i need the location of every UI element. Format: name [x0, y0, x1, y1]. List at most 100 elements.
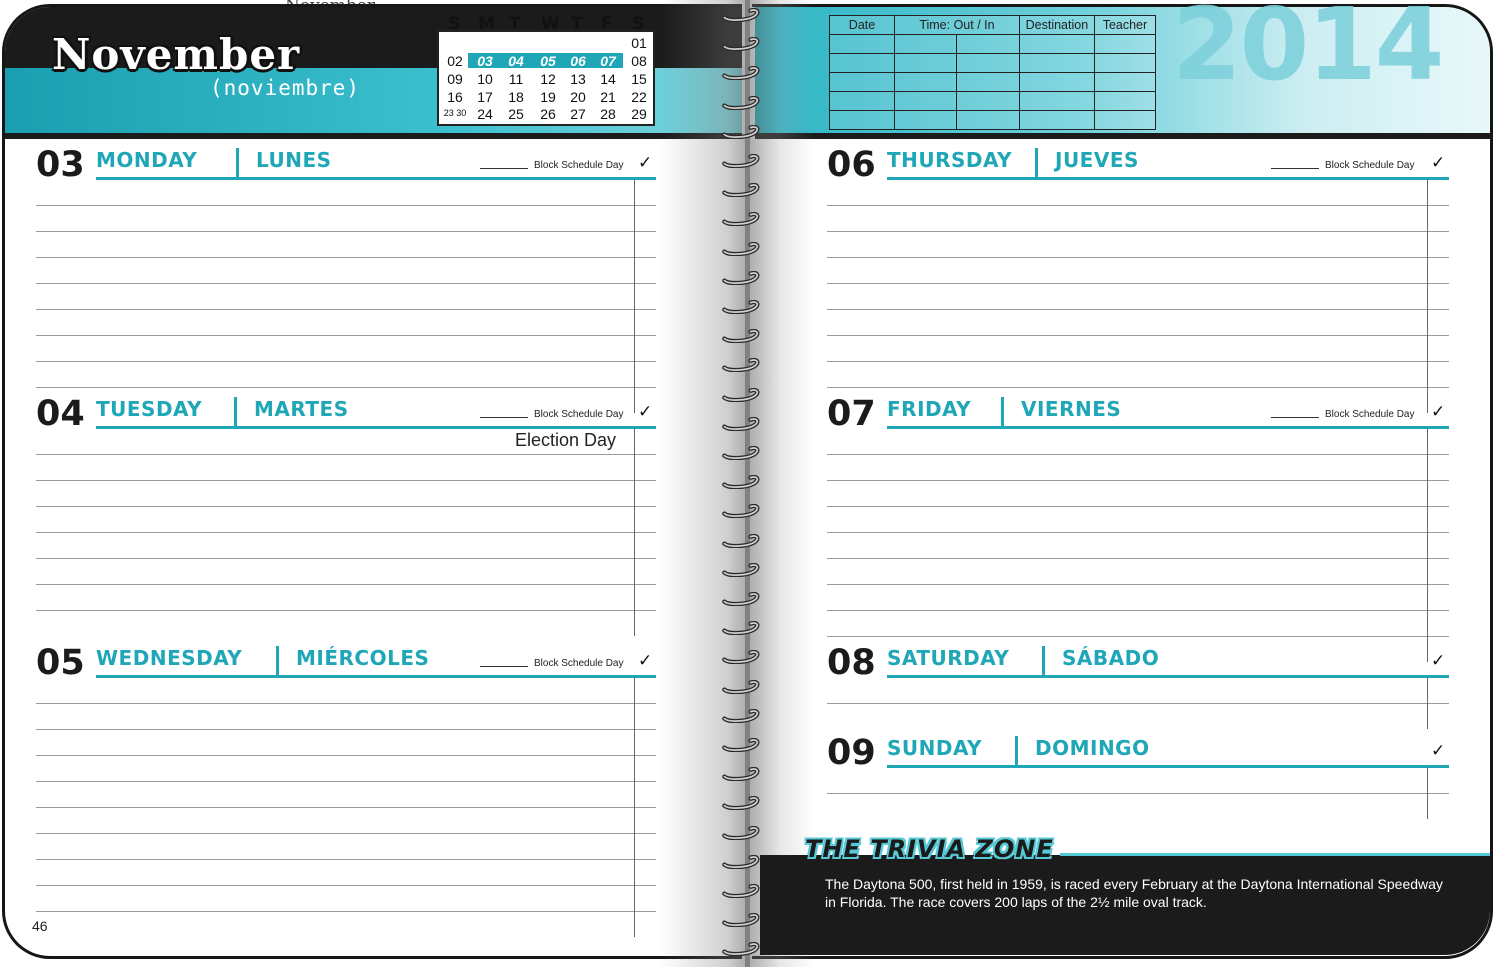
writing-line[interactable]	[827, 558, 1449, 559]
hall-pass-cell[interactable]	[829, 72, 895, 92]
writing-line[interactable]	[827, 480, 1449, 481]
writing-line[interactable]	[827, 610, 1449, 611]
writing-line[interactable]	[36, 610, 656, 611]
writing-line[interactable]	[36, 231, 656, 232]
writing-line[interactable]	[36, 387, 656, 388]
writing-line[interactable]	[36, 283, 656, 284]
writing-line[interactable]	[827, 387, 1449, 388]
mini-calendar-day[interactable]: 17	[470, 89, 500, 105]
mini-calendar-day[interactable]: 09	[440, 71, 470, 87]
writing-line[interactable]	[827, 205, 1449, 206]
mini-calendar-day[interactable]: 12	[533, 71, 563, 87]
writing-line[interactable]	[36, 703, 656, 704]
writing-line[interactable]	[827, 703, 1449, 704]
writing-line[interactable]	[36, 361, 656, 362]
mini-calendar-day[interactable]: 13	[563, 71, 593, 87]
hall-pass-cell[interactable]	[829, 91, 895, 111]
mini-calendar-day[interactable]: 14	[593, 71, 623, 87]
hall-pass-cell[interactable]	[956, 72, 1020, 92]
writing-line[interactable]	[827, 793, 1449, 794]
mini-calendar-day[interactable]: 08	[624, 53, 654, 69]
checkmark-icon[interactable]: ✓	[638, 402, 652, 422]
hall-pass-cell[interactable]	[1093, 110, 1157, 130]
mini-calendar-day[interactable]: 10	[470, 71, 500, 87]
writing-line[interactable]	[827, 283, 1449, 284]
writing-line[interactable]	[36, 454, 656, 455]
mini-calendar-day[interactable]: 26	[533, 106, 563, 122]
checkmark-icon[interactable]: ✓	[1431, 153, 1445, 173]
mini-calendar-day[interactable]: 04	[501, 53, 531, 69]
mini-calendar-day[interactable]: 07	[593, 53, 623, 69]
checkmark-icon[interactable]: ✓	[1431, 402, 1445, 422]
writing-line[interactable]	[36, 335, 656, 336]
writing-line[interactable]	[36, 885, 656, 886]
checkmark-icon[interactable]: ✓	[1431, 651, 1445, 671]
mini-calendar-day[interactable]: 21	[593, 89, 623, 105]
block-schedule-line[interactable]	[1271, 168, 1319, 169]
hall-pass-cell[interactable]	[893, 34, 958, 54]
writing-line[interactable]	[827, 506, 1449, 507]
hall-pass-cell[interactable]	[1018, 110, 1095, 130]
hall-pass-cell[interactable]	[1018, 53, 1095, 73]
mini-calendar-day[interactable]: 03	[470, 53, 500, 69]
mini-calendar-day[interactable]: 25	[501, 106, 531, 122]
hall-pass-cell[interactable]	[893, 91, 958, 111]
mini-calendar-day[interactable]: 28	[593, 106, 623, 122]
writing-line[interactable]	[36, 506, 656, 507]
mini-calendar-day[interactable]: 01	[624, 35, 654, 51]
checkmark-icon[interactable]: ✓	[638, 651, 652, 671]
mini-calendar-day[interactable]: 02	[440, 53, 470, 69]
hall-pass-cell[interactable]	[829, 53, 895, 73]
hall-pass-cell[interactable]	[893, 53, 958, 73]
mini-calendar-day[interactable]: 19	[533, 89, 563, 105]
writing-line[interactable]	[36, 859, 656, 860]
checkmark-icon[interactable]: ✓	[638, 153, 652, 173]
mini-calendar-day[interactable]: 18	[501, 89, 531, 105]
writing-line[interactable]	[827, 361, 1449, 362]
writing-line[interactable]	[827, 584, 1449, 585]
writing-line[interactable]	[36, 755, 656, 756]
hall-pass-cell[interactable]	[956, 34, 1020, 54]
writing-line[interactable]	[827, 636, 1449, 637]
hall-pass-cell[interactable]	[1018, 91, 1095, 111]
writing-line[interactable]	[36, 205, 656, 206]
writing-line[interactable]	[36, 833, 656, 834]
writing-line[interactable]	[827, 335, 1449, 336]
mini-calendar-day[interactable]: 11	[501, 71, 531, 87]
hall-pass-cell[interactable]	[956, 110, 1020, 130]
checkmark-icon[interactable]: ✓	[1431, 741, 1445, 761]
hall-pass-cell[interactable]	[1093, 53, 1157, 73]
mini-calendar-day[interactable]: 16	[440, 89, 470, 105]
writing-line[interactable]	[36, 257, 656, 258]
writing-line[interactable]	[36, 309, 656, 310]
writing-line[interactable]	[36, 480, 656, 481]
mini-calendar-day[interactable]: 22	[624, 89, 654, 105]
mini-calendar-day[interactable]: 20	[563, 89, 593, 105]
writing-line[interactable]	[827, 231, 1449, 232]
block-schedule-line[interactable]	[480, 417, 528, 418]
writing-line[interactable]	[36, 781, 656, 782]
hall-pass-cell[interactable]	[956, 91, 1020, 111]
hall-pass-cell[interactable]	[1093, 72, 1157, 92]
writing-line[interactable]	[36, 911, 656, 912]
block-schedule-line[interactable]	[480, 666, 528, 667]
hall-pass-cell[interactable]	[1093, 91, 1157, 111]
mini-calendar-day[interactable]: 29	[624, 106, 654, 122]
writing-line[interactable]	[36, 807, 656, 808]
writing-line[interactable]	[827, 257, 1449, 258]
hall-pass-cell[interactable]	[1018, 72, 1095, 92]
hall-pass-cell[interactable]	[1018, 34, 1095, 54]
mini-calendar-day[interactable]: 06	[563, 53, 593, 69]
hall-pass-cell[interactable]	[829, 34, 895, 54]
writing-line[interactable]	[827, 309, 1449, 310]
writing-line[interactable]	[36, 558, 656, 559]
mini-calendar-day[interactable]: 15	[624, 71, 654, 87]
writing-line[interactable]	[36, 729, 656, 730]
block-schedule-line[interactable]	[1271, 417, 1319, 418]
mini-calendar-day[interactable]: 27	[563, 106, 593, 122]
mini-calendar-day[interactable]: 05	[533, 53, 563, 69]
hall-pass-cell[interactable]	[956, 53, 1020, 73]
writing-line[interactable]	[36, 584, 656, 585]
writing-line[interactable]	[827, 532, 1449, 533]
hall-pass-cell[interactable]	[829, 110, 895, 130]
